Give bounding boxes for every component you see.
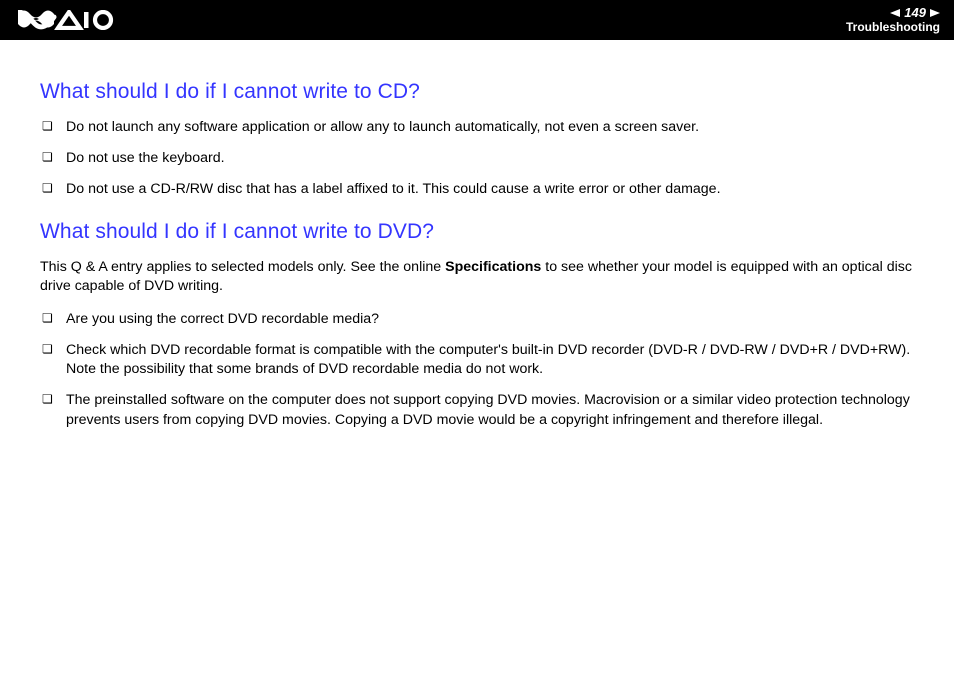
list-item: Do not use the keyboard.	[66, 149, 932, 168]
next-page-arrow-icon[interactable]	[930, 9, 940, 17]
list-item: Do not launch any software application o…	[66, 118, 932, 137]
dvd-list: Are you using the correct DVD recordable…	[40, 310, 932, 430]
page-navigation: 149	[890, 6, 940, 20]
page-number: 149	[904, 6, 926, 20]
prev-page-arrow-icon[interactable]	[890, 9, 900, 17]
list-item: The preinstalled software on the compute…	[66, 391, 932, 429]
list-item: Do not use a CD-R/RW disc that has a lab…	[66, 180, 932, 199]
dvd-note: This Q & A entry applies to selected mod…	[40, 258, 932, 296]
note-text-bold: Specifications	[445, 259, 541, 275]
cd-list: Do not launch any software application o…	[40, 118, 932, 200]
header-right: 149 Troubleshooting	[846, 6, 940, 34]
qa-heading-dvd: What should I do if I cannot write to DV…	[40, 220, 932, 244]
list-item: Are you using the correct DVD recordable…	[66, 310, 932, 329]
section-title: Troubleshooting	[846, 21, 940, 34]
qa-heading-cd: What should I do if I cannot write to CD…	[40, 80, 932, 104]
header-bar: 149 Troubleshooting	[0, 0, 954, 40]
list-item: Check which DVD recordable format is com…	[66, 341, 932, 379]
note-text-pre: This Q & A entry applies to selected mod…	[40, 259, 445, 275]
vaio-logo	[18, 10, 114, 30]
page-content: What should I do if I cannot write to CD…	[0, 40, 954, 430]
